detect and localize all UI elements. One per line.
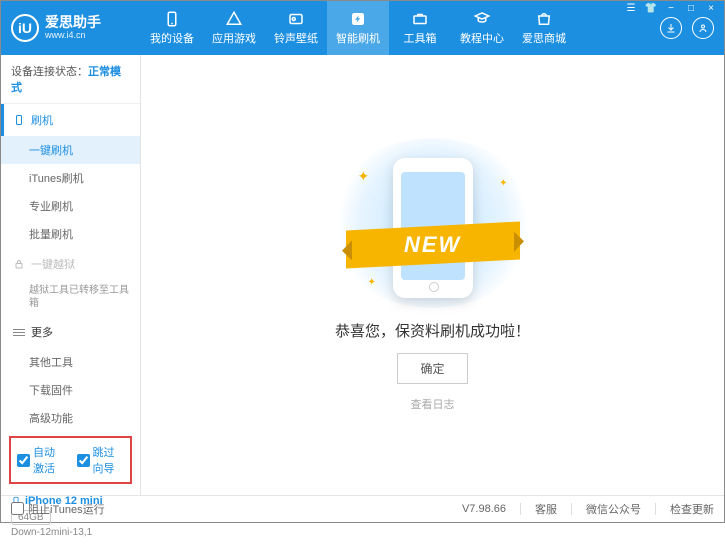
download-button[interactable] [660,17,682,39]
connection-status: 设备连接状态：正常模式 [1,55,140,104]
sidebar-item-advanced[interactable]: 高级功能 [1,404,140,432]
tutorial-icon [473,10,491,28]
nav-tab-flash[interactable]: 智能刷机 [327,1,389,55]
sidebar: 设备连接状态：正常模式 刷机 一键刷机 iTunes刷机 专业刷机 批量刷机 一… [1,55,141,495]
window-controls: ☰ 👕 − □ × [624,3,718,14]
divider [520,503,521,515]
nav-label: 我的设备 [150,30,194,46]
jailbreak-note: 越狱工具已转移至工具箱 [1,280,140,316]
user-button[interactable] [692,17,714,39]
checkbox-input[interactable] [17,454,30,467]
checkbox-auto-activate[interactable]: 自动激活 [17,444,65,476]
apps-icon [225,10,243,28]
nav-label: 教程中心 [460,30,504,46]
close-icon[interactable]: × [704,3,718,14]
logo-icon: iU [11,14,39,42]
checkbox-label: 跳过向导 [93,444,125,476]
toolbox-icon [411,10,429,28]
main-content: ✦ ✦ ✦ NEW 恭喜您，保资料刷机成功啦！ 确定 查看日志 [141,55,724,495]
status-label: 设备连接状态： [11,66,88,78]
nav-label: 铃声壁纸 [274,30,318,46]
header: iU 爱思助手 www.i4.cn 我的设备 应用游戏 铃声壁纸 智能刷机 工具… [1,1,724,55]
nav-tab-media[interactable]: 铃声壁纸 [265,1,327,55]
nav-tab-device[interactable]: 我的设备 [141,1,203,55]
sidebar-item-download-firmware[interactable]: 下载固件 [1,376,140,404]
nav-tab-apps[interactable]: 应用游戏 [203,1,265,55]
nav-label: 智能刷机 [336,30,380,46]
nav-tab-store[interactable]: 爱思商城 [513,1,575,55]
sidebar-item-itunes-flash[interactable]: iTunes刷机 [1,164,140,192]
list-icon [13,329,25,336]
sidebar-section-more[interactable]: 更多 [1,316,140,348]
sidebar-item-batch-flash[interactable]: 批量刷机 [1,220,140,248]
nav-tab-tutorial[interactable]: 教程中心 [451,1,513,55]
service-link[interactable]: 客服 [535,501,557,517]
sparkle-icon: ✦ [358,168,370,185]
success-message: 恭喜您，保资料刷机成功啦！ [335,320,530,341]
download-icon [665,22,677,34]
section-label: 更多 [31,324,53,340]
checkbox-input[interactable] [77,454,90,467]
device-version: Down-12mini-13,1 [11,527,130,538]
divider [655,503,656,515]
section-label: 一键越狱 [31,256,75,272]
block-itunes-label: 阻止iTunes运行 [28,501,105,517]
phone-icon [13,114,25,126]
block-itunes-checkbox[interactable] [11,502,24,515]
banner-text: NEW [404,232,461,258]
brand-name: 爱思助手 [45,15,101,30]
view-log-link[interactable]: 查看日志 [411,396,455,412]
skin-icon[interactable]: 👕 [644,3,658,14]
version-text: V7.98.66 [462,503,506,515]
maximize-icon[interactable]: □ [684,3,698,14]
divider [571,503,572,515]
confirm-button[interactable]: 确定 [397,353,467,384]
wechat-link[interactable]: 微信公众号 [586,501,641,517]
sidebar-item-other-tools[interactable]: 其他工具 [1,348,140,376]
nav-tabs: 我的设备 应用游戏 铃声壁纸 智能刷机 工具箱 教程中心 爱思商城 [141,1,660,55]
sparkle-icon: ✦ [499,178,507,189]
checkbox-skip-wizard[interactable]: 跳过向导 [77,444,125,476]
sidebar-section-flash[interactable]: 刷机 [1,104,140,136]
checkbox-label: 自动激活 [33,444,65,476]
store-icon [535,10,553,28]
media-icon [287,10,305,28]
brand-url: www.i4.cn [45,31,101,41]
device-icon [163,10,181,28]
user-icon [697,22,709,34]
sidebar-item-oneclick-flash[interactable]: 一键刷机 [1,136,140,164]
logo-area: iU 爱思助手 www.i4.cn [1,14,141,42]
flash-icon [349,10,367,28]
nav-tab-toolbox[interactable]: 工具箱 [389,1,451,55]
options-row: 自动激活 跳过向导 [9,436,132,484]
minimize-icon[interactable]: − [664,3,678,14]
sidebar-section-jailbreak: 一键越狱 [1,248,140,280]
section-label: 刷机 [31,112,53,128]
success-illustration: ✦ ✦ ✦ NEW [328,138,538,308]
check-update-link[interactable]: 检查更新 [670,501,714,517]
nav-label: 爱思商城 [522,30,566,46]
nav-label: 工具箱 [404,30,437,46]
settings-icon[interactable]: ☰ [624,3,638,14]
lock-icon [13,258,25,270]
nav-label: 应用游戏 [212,30,256,46]
sidebar-item-pro-flash[interactable]: 专业刷机 [1,192,140,220]
sparkle-icon: ✦ [368,277,376,288]
